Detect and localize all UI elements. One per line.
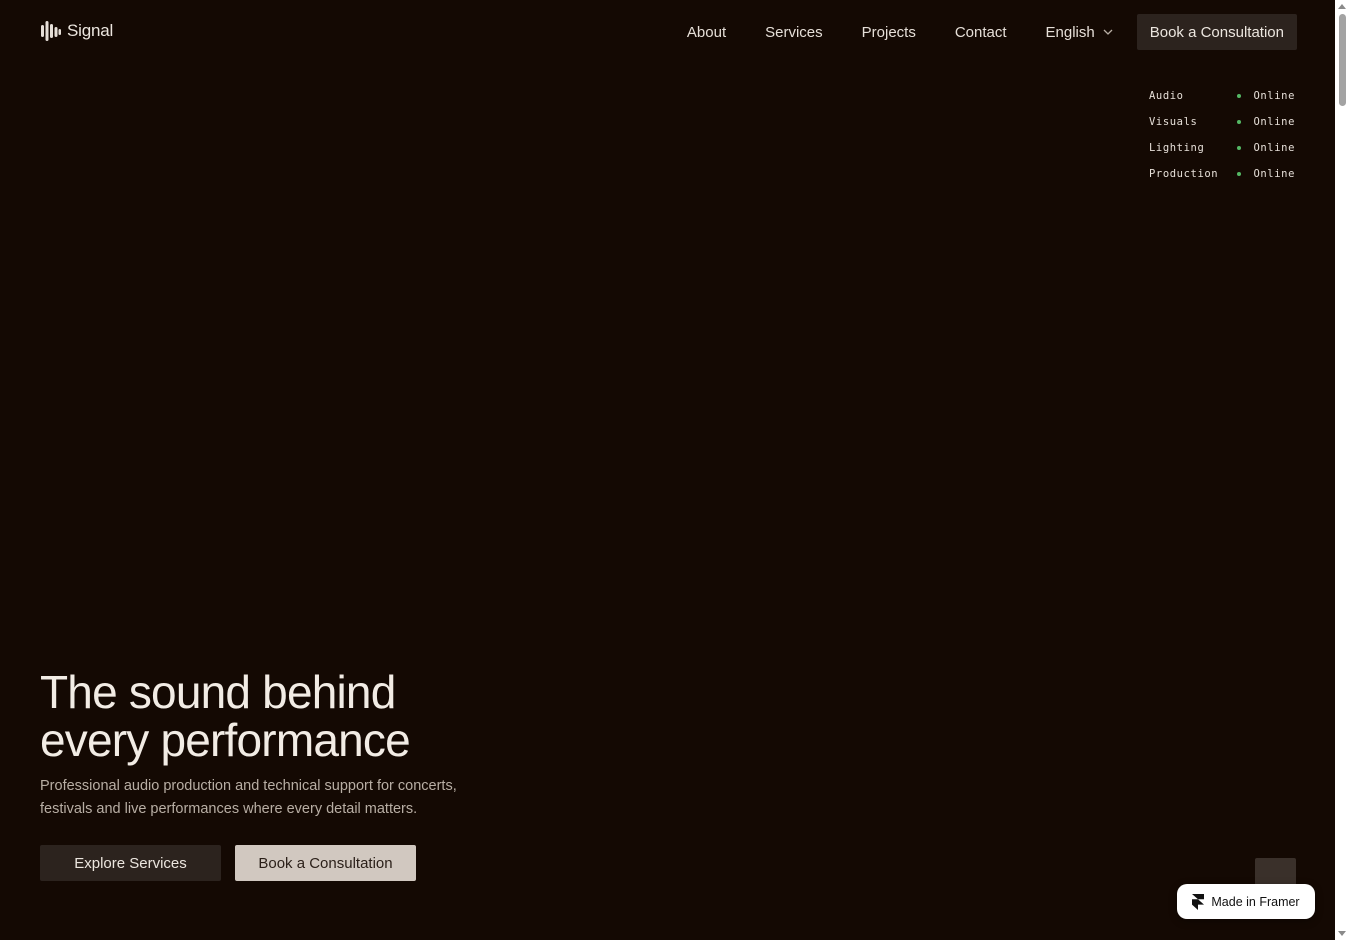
status-row-lighting: Lighting Online [1149, 135, 1295, 161]
language-selector[interactable]: English [1046, 24, 1113, 41]
hero-title-line: The sound behind [40, 666, 396, 718]
framer-icon [1192, 893, 1205, 910]
nav-link-about[interactable]: About [687, 24, 726, 41]
scroll-down-arrow-icon[interactable] [1338, 931, 1346, 936]
status-label: Production [1149, 168, 1219, 180]
status-value: Online [1253, 142, 1295, 154]
main-nav: About Services Projects Contact English … [687, 14, 1297, 50]
status-label: Lighting [1149, 142, 1205, 154]
status-label: Visuals [1149, 116, 1198, 128]
language-label: English [1045, 23, 1095, 41]
vertical-scrollbar[interactable] [1335, 0, 1350, 940]
status-label: Audio [1149, 90, 1184, 102]
badge-label: Made in Framer [1211, 894, 1300, 909]
status-online-dot-icon [1237, 146, 1242, 150]
book-consultation-header-button[interactable]: Book a Consultation [1136, 14, 1297, 50]
status-online-dot-icon [1237, 94, 1242, 98]
made-in-framer-badge[interactable]: Made in Framer [1177, 884, 1315, 919]
hero-subtitle: Professional audio production and techni… [40, 775, 560, 821]
hero-cta-group: Explore Services Book a Consultation [40, 845, 416, 881]
status-value: Online [1253, 116, 1295, 128]
status-row-audio: Audio Online [1149, 83, 1295, 109]
page: Signal About Services Projects Contact E… [0, 0, 1335, 940]
status-online-dot-icon [1237, 172, 1242, 176]
nav-link-services[interactable]: Services [765, 24, 823, 41]
hero-title-line: every performance [40, 714, 411, 766]
status-row-visuals: Visuals Online [1149, 109, 1295, 135]
brand-logo[interactable]: Signal [40, 20, 113, 42]
hero-subtitle-line: festivals and live performances where ev… [40, 801, 418, 817]
chevron-down-icon [1103, 29, 1113, 35]
brand-name: Signal [67, 21, 114, 40]
status-row-production: Production Online [1149, 161, 1295, 187]
nav-link-projects[interactable]: Projects [862, 24, 916, 41]
system-status-panel: Audio Online Visuals Online Lighting Onl… [1149, 83, 1295, 187]
scrollbar-thumb[interactable] [1339, 14, 1346, 106]
status-value: Online [1253, 168, 1295, 180]
hero-title: The sound behind every performance [40, 668, 640, 764]
nav-link-contact[interactable]: Contact [955, 24, 1007, 41]
signal-logo-icon [40, 20, 62, 42]
scroll-up-arrow-icon[interactable] [1338, 4, 1346, 9]
explore-services-button[interactable]: Explore Services [40, 845, 221, 881]
hero-subtitle-line: Professional audio production and techni… [40, 778, 457, 794]
status-value: Online [1253, 90, 1295, 102]
book-consultation-button[interactable]: Book a Consultation [235, 845, 416, 881]
status-online-dot-icon [1237, 120, 1242, 124]
